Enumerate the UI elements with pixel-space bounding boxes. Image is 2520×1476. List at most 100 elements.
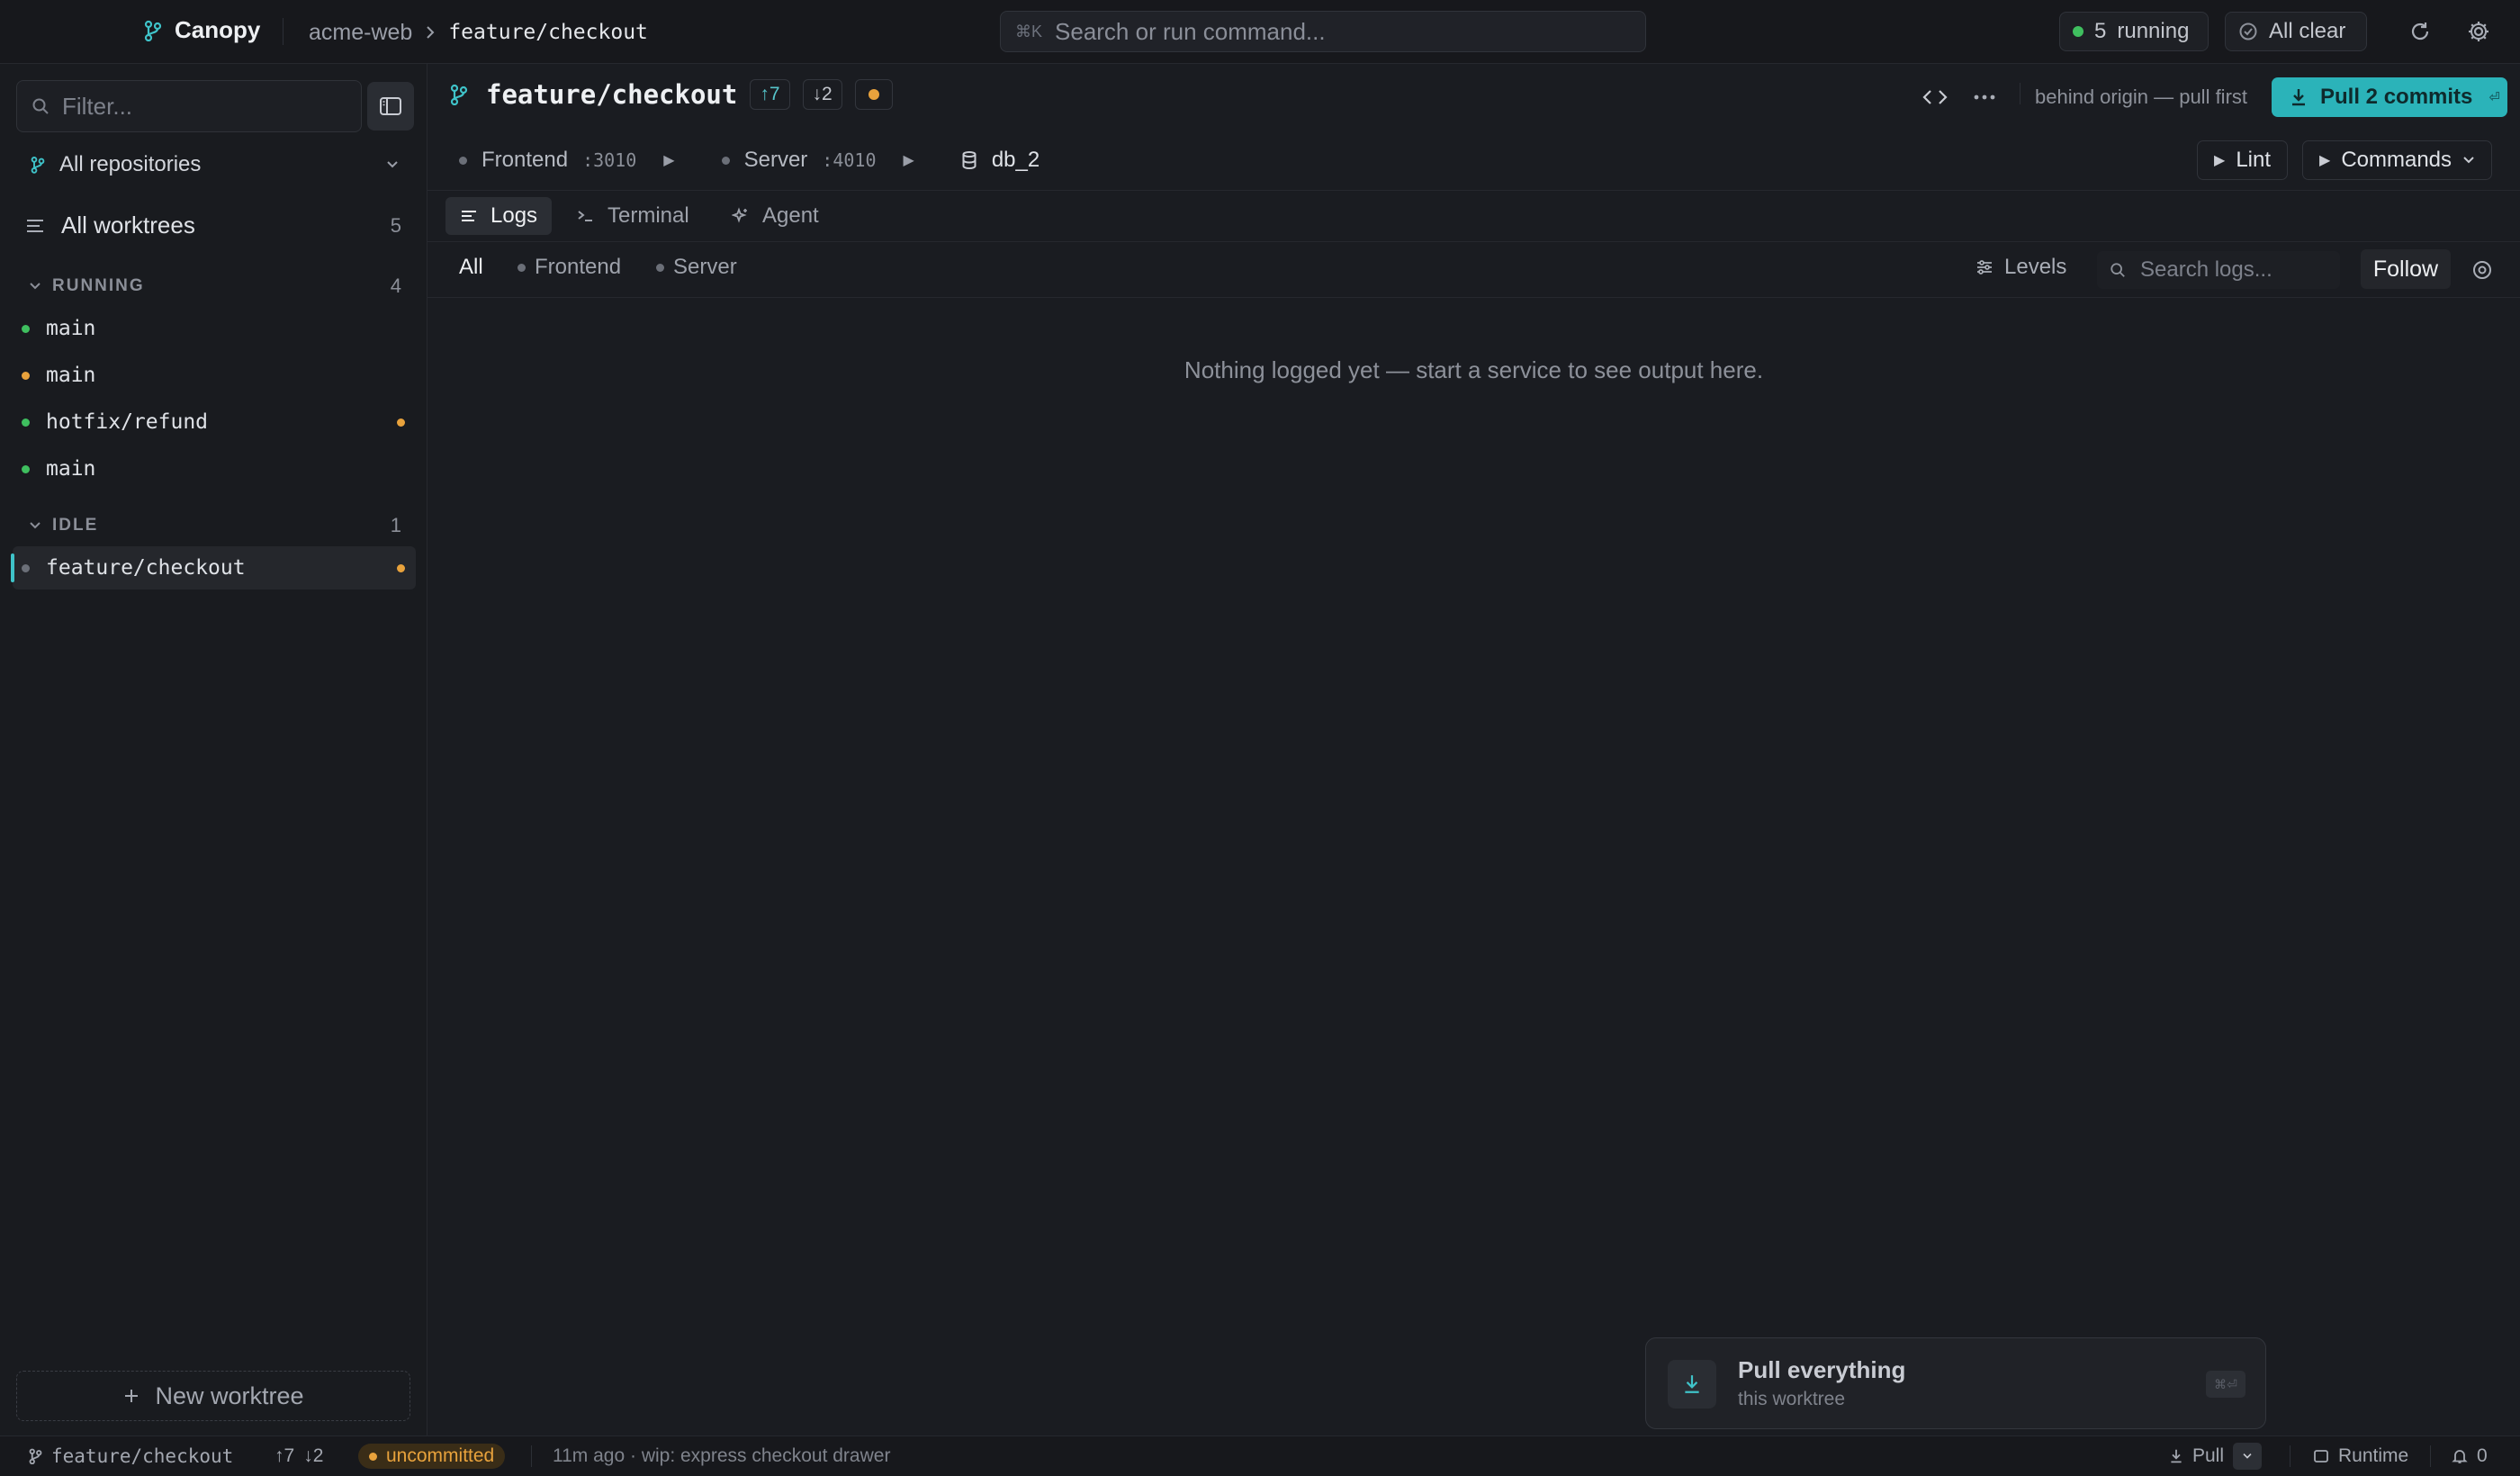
play-icon[interactable]: ▶ bbox=[904, 151, 914, 169]
last-commit: 11m ago · wip: express checkout drawer bbox=[553, 1445, 890, 1467]
all-worktrees-label: All worktrees bbox=[61, 212, 195, 238]
search-icon bbox=[32, 97, 50, 115]
new-worktree-button[interactable]: New worktree bbox=[16, 1371, 410, 1421]
worktree-item[interactable]: main bbox=[13, 354, 416, 397]
worktree-item[interactable]: main bbox=[13, 447, 416, 490]
status-sync: ↑7 ↓2 bbox=[274, 1445, 323, 1467]
database-chip[interactable]: db_2 bbox=[961, 148, 1040, 173]
tab-terminal[interactable]: Terminal bbox=[562, 197, 704, 235]
tab-agent[interactable]: Agent bbox=[717, 197, 833, 235]
shortcut-hint: ⌘K bbox=[1015, 22, 1043, 40]
toast-shortcut: ⌘⏎ bbox=[2206, 1371, 2246, 1398]
status-dot bbox=[22, 371, 30, 380]
log-filter-server[interactable]: Server bbox=[656, 255, 737, 280]
view-tabs: Logs Terminal Agent bbox=[428, 190, 2520, 242]
more-horizontal-icon bbox=[1973, 94, 1996, 101]
service-port: :3010 bbox=[582, 149, 637, 171]
follow-label: Follow bbox=[2372, 256, 2439, 282]
settings-button[interactable] bbox=[2461, 14, 2497, 50]
follow-toggle[interactable]: Follow bbox=[2361, 249, 2451, 289]
download-icon bbox=[2290, 87, 2308, 107]
group-header-running[interactable]: RUNNING 4 bbox=[29, 274, 401, 298]
health-status[interactable]: All clear bbox=[2225, 12, 2367, 51]
health-label: All clear bbox=[2269, 19, 2346, 43]
pull-options-button[interactable] bbox=[2233, 1443, 2263, 1470]
status-branch[interactable]: feature/checkout bbox=[29, 1445, 233, 1467]
repo-branch-icon bbox=[31, 156, 45, 174]
lint-button[interactable]: ▶ Lint bbox=[2197, 140, 2289, 180]
runtime-button[interactable]: Runtime bbox=[2313, 1445, 2408, 1467]
group-label: RUNNING bbox=[52, 276, 145, 295]
service-port: :4010 bbox=[822, 149, 877, 171]
log-filter-bar: All Frontend Server Levels Follow bbox=[428, 242, 2520, 298]
download-icon bbox=[2169, 1448, 2183, 1464]
log-filter-frontend[interactable]: Frontend bbox=[518, 255, 621, 280]
sidebar: All repositories All worktrees 5 RUNNING… bbox=[0, 64, 428, 1436]
worktree-item[interactable]: hotfix/refund bbox=[13, 400, 416, 444]
gear-icon bbox=[2466, 19, 2491, 44]
log-search-box[interactable] bbox=[2097, 251, 2340, 289]
tab-label: Terminal bbox=[608, 203, 689, 228]
status-branch-name: feature/checkout bbox=[51, 1445, 234, 1467]
terminal-icon bbox=[577, 209, 595, 223]
tab-label: Agent bbox=[762, 203, 819, 228]
log-filter-all[interactable]: All bbox=[459, 255, 483, 280]
status-pull-button[interactable]: Pull bbox=[2169, 1443, 2263, 1470]
commands-label: Commands bbox=[2341, 148, 2452, 172]
clear-logs-button[interactable] bbox=[2464, 252, 2500, 288]
uncommitted-badge[interactable]: uncommitted bbox=[358, 1444, 506, 1469]
code-view-button[interactable] bbox=[1917, 79, 1953, 115]
ahead-badge: ↑7 bbox=[750, 79, 790, 110]
check-circle-icon bbox=[2238, 22, 2258, 41]
worktree-name: hotfix/refund bbox=[46, 410, 209, 434]
more-options-button[interactable] bbox=[1966, 79, 2002, 115]
worktree-item-selected[interactable]: feature/checkout bbox=[11, 546, 416, 590]
toast-icon-box bbox=[1668, 1360, 1716, 1408]
group-label: IDLE bbox=[52, 516, 99, 535]
breadcrumb-repo[interactable]: acme-web bbox=[309, 20, 412, 46]
worktree-name: feature/checkout bbox=[46, 556, 246, 580]
window-icon bbox=[2313, 1449, 2329, 1463]
play-icon[interactable]: ▶ bbox=[663, 151, 674, 169]
worktree-header: feature/checkout ↑7 ↓2 bbox=[450, 79, 893, 110]
runtime-label: Runtime bbox=[2338, 1445, 2409, 1466]
sidebar-item-all-worktrees[interactable]: All worktrees 5 bbox=[25, 212, 401, 239]
pull-toast[interactable]: Pull everything this worktree ⌘⏎ bbox=[1645, 1337, 2266, 1429]
log-search-input[interactable] bbox=[2140, 257, 2329, 283]
running-label: running bbox=[2117, 19, 2190, 43]
filter-box[interactable] bbox=[16, 80, 362, 132]
breadcrumb-branch[interactable]: feature/checkout bbox=[448, 21, 648, 44]
pull-commits-button[interactable]: Pull 2 commits ⏎ bbox=[2272, 77, 2507, 117]
worktree-item[interactable]: main bbox=[13, 307, 416, 350]
play-icon: ▶ bbox=[2319, 153, 2331, 168]
status-dot bbox=[22, 464, 30, 473]
plus-icon bbox=[122, 1387, 140, 1405]
filter-input[interactable] bbox=[62, 92, 350, 121]
divider bbox=[283, 18, 284, 45]
app-brand[interactable]: Canopy bbox=[144, 16, 260, 44]
command-palette[interactable]: ⌘K bbox=[1000, 11, 1646, 52]
service-server[interactable]: Server :4010 ▶ bbox=[721, 148, 914, 173]
group-count: 1 bbox=[390, 514, 401, 536]
running-status[interactable]: 5 running bbox=[2059, 12, 2209, 51]
repository-select[interactable]: All repositories bbox=[31, 152, 400, 177]
status-dot bbox=[22, 563, 30, 572]
status-bar: feature/checkout ↑7 ↓2 uncommitted 11m a… bbox=[0, 1436, 2520, 1476]
running-count: 5 bbox=[2094, 19, 2107, 43]
last-commit-text: 11m ago · wip: express checkout drawer bbox=[553, 1445, 891, 1466]
pull-label: Pull bbox=[2192, 1445, 2225, 1466]
chevron-down-icon bbox=[29, 282, 41, 291]
group-header-idle[interactable]: IDLE 1 bbox=[29, 514, 401, 537]
command-input[interactable] bbox=[1055, 17, 1614, 46]
refresh-button[interactable] bbox=[2402, 14, 2438, 50]
tab-logs[interactable]: Logs bbox=[446, 197, 553, 235]
status-ahead: ↑7 bbox=[274, 1445, 295, 1466]
notifications-button[interactable]: 0 bbox=[2452, 1445, 2488, 1467]
all-worktrees-count: 5 bbox=[390, 213, 401, 237]
levels-button[interactable]: Levels bbox=[1976, 255, 2066, 280]
commands-dropdown[interactable]: ▶ Commands bbox=[2302, 140, 2493, 180]
divider bbox=[2430, 1445, 2431, 1467]
service-frontend[interactable]: Frontend :3010 ▶ bbox=[459, 148, 675, 173]
breadcrumb: acme-web feature/checkout bbox=[309, 18, 648, 47]
sidebar-toggle-button[interactable] bbox=[367, 82, 414, 130]
